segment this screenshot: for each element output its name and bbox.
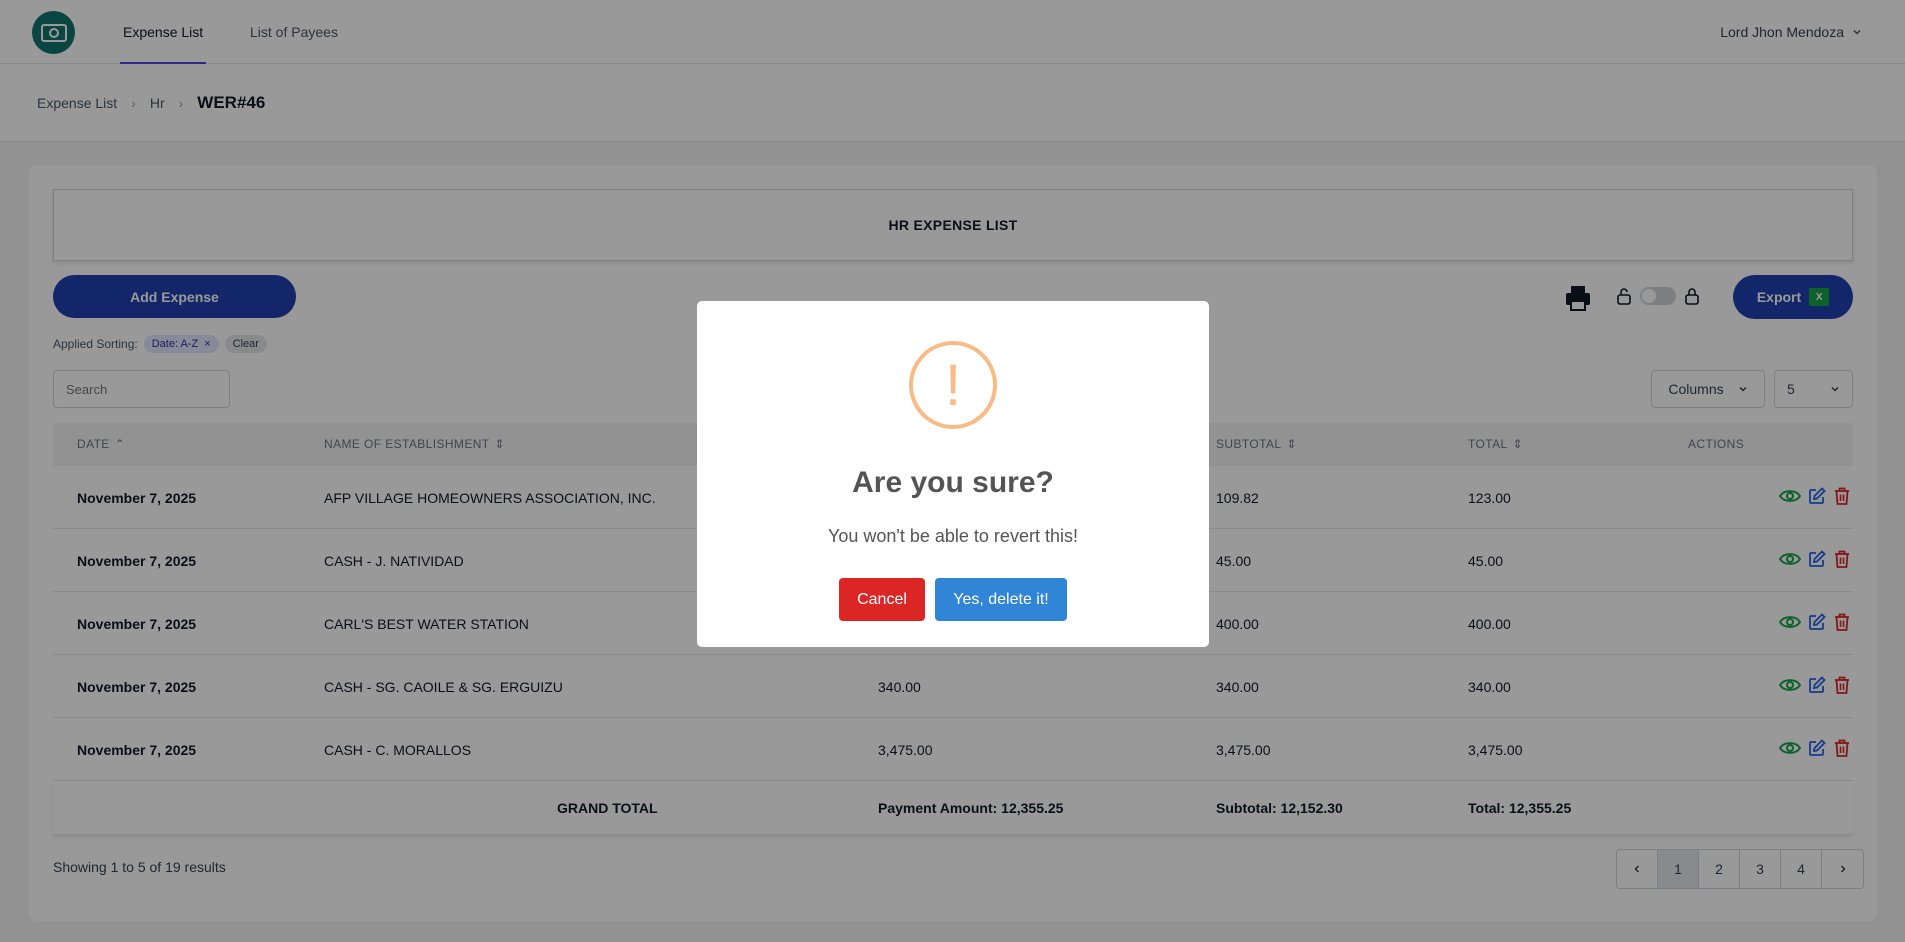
confirm-dialog: ! Are you sure? You won't be able to rev…: [697, 301, 1209, 647]
dialog-message: You won't be able to revert this!: [828, 526, 1078, 546]
warning-icon: !: [909, 341, 997, 429]
cancel-button[interactable]: Cancel: [839, 578, 925, 621]
dialog-title: Are you sure?: [852, 466, 1054, 499]
dialog-actions: Cancel Yes, delete it!: [697, 578, 1209, 621]
confirm-delete-button[interactable]: Yes, delete it!: [935, 578, 1067, 621]
modal-overlay[interactable]: ! Are you sure? You won't be able to rev…: [0, 0, 1905, 942]
